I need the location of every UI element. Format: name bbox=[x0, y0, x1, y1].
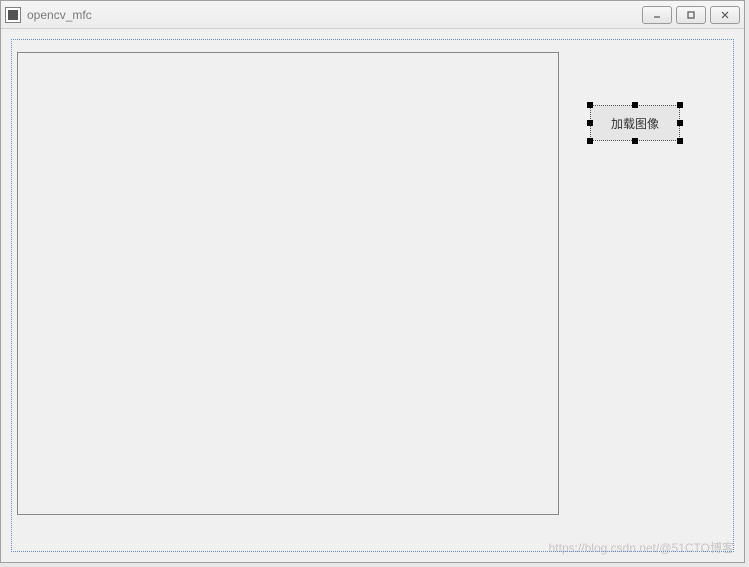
close-icon bbox=[720, 10, 730, 20]
resize-handle-top-center[interactable] bbox=[632, 102, 638, 108]
dialog-client-area: 加载图像 bbox=[11, 39, 734, 552]
maximize-icon bbox=[686, 10, 696, 20]
minimize-button[interactable] bbox=[642, 6, 672, 24]
close-button[interactable] bbox=[710, 6, 740, 24]
picture-control bbox=[17, 52, 559, 515]
resize-handle-bottom-center[interactable] bbox=[632, 138, 638, 144]
resize-handle-bottom-left[interactable] bbox=[587, 138, 593, 144]
resize-handle-middle-left[interactable] bbox=[587, 120, 593, 126]
maximize-button[interactable] bbox=[676, 6, 706, 24]
resize-handle-bottom-right[interactable] bbox=[677, 138, 683, 144]
titlebar: opencv_mfc bbox=[1, 1, 744, 29]
window-controls bbox=[642, 6, 740, 24]
load-image-button[interactable]: 加载图像 bbox=[590, 105, 680, 141]
resize-handle-middle-right[interactable] bbox=[677, 120, 683, 126]
load-image-button-selection[interactable]: 加载图像 bbox=[590, 105, 680, 141]
resize-handle-top-left[interactable] bbox=[587, 102, 593, 108]
load-image-button-label: 加载图像 bbox=[611, 115, 659, 132]
window-title: opencv_mfc bbox=[27, 8, 642, 22]
dialog-window: opencv_mfc 加载图像 bbox=[0, 0, 745, 563]
app-icon bbox=[5, 7, 21, 23]
resize-handle-top-right[interactable] bbox=[677, 102, 683, 108]
minimize-icon bbox=[652, 10, 662, 20]
